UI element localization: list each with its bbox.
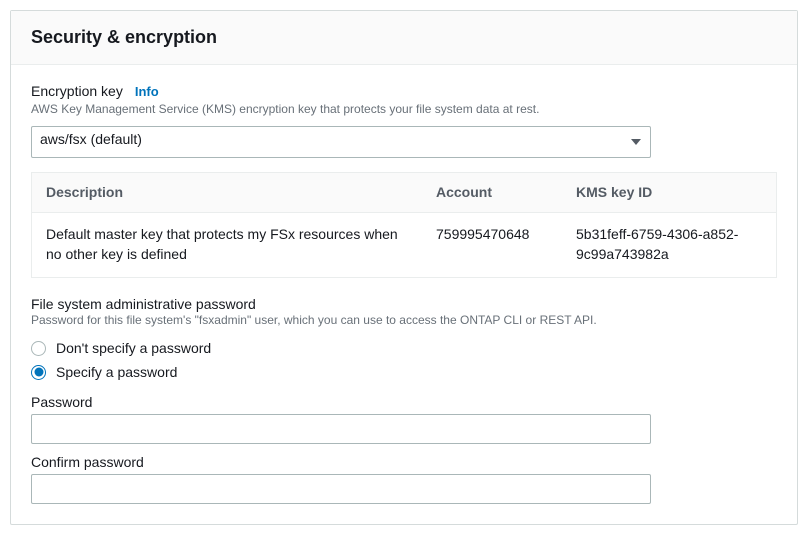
password-label: Password bbox=[31, 394, 777, 410]
table-header-account: Account bbox=[422, 173, 562, 213]
kms-key-table: Description Account KMS key ID Default m… bbox=[31, 172, 777, 278]
admin-password-label: File system administrative password bbox=[31, 296, 777, 312]
table-header-row: Description Account KMS key ID bbox=[32, 173, 776, 214]
radio-label-dont-specify: Don't specify a password bbox=[56, 340, 211, 356]
table-cell-account: 759995470648 bbox=[422, 213, 562, 276]
radio-icon-selected bbox=[31, 365, 46, 380]
table-header-kms-key-id: KMS key ID bbox=[562, 173, 776, 213]
confirm-password-input[interactable] bbox=[31, 474, 651, 504]
admin-password-description: Password for this file system's "fsxadmi… bbox=[31, 312, 777, 329]
radio-label-specify: Specify a password bbox=[56, 364, 177, 380]
password-field-group: Password bbox=[31, 394, 777, 444]
confirm-password-label: Confirm password bbox=[31, 454, 777, 470]
radio-dont-specify-password[interactable]: Don't specify a password bbox=[31, 336, 777, 360]
panel-header: Security & encryption bbox=[11, 11, 797, 65]
encryption-key-label-row: Encryption key Info bbox=[31, 83, 777, 99]
encryption-key-label: Encryption key bbox=[31, 83, 123, 99]
password-input[interactable] bbox=[31, 414, 651, 444]
table-header-description: Description bbox=[32, 173, 422, 213]
table-cell-description: Default master key that protects my FSx … bbox=[32, 213, 422, 276]
encryption-key-select-wrapper: aws/fsx (default) bbox=[31, 126, 651, 158]
encryption-key-description: AWS Key Management Service (KMS) encrypt… bbox=[31, 101, 777, 118]
panel-title: Security & encryption bbox=[31, 27, 777, 48]
table-cell-kms-key-id: 5b31feff-6759-4306-a852-9c99a743982a bbox=[562, 213, 776, 276]
radio-icon bbox=[31, 341, 46, 356]
table-row: Default master key that protects my FSx … bbox=[32, 213, 776, 276]
confirm-password-field-group: Confirm password bbox=[31, 454, 777, 504]
admin-password-radio-group: Don't specify a password Specify a passw… bbox=[31, 336, 777, 384]
security-encryption-panel: Security & encryption Encryption key Inf… bbox=[10, 10, 798, 525]
info-link[interactable]: Info bbox=[135, 84, 159, 99]
panel-body: Encryption key Info AWS Key Management S… bbox=[11, 65, 797, 524]
radio-specify-password[interactable]: Specify a password bbox=[31, 360, 777, 384]
encryption-key-select[interactable]: aws/fsx (default) bbox=[31, 126, 651, 158]
